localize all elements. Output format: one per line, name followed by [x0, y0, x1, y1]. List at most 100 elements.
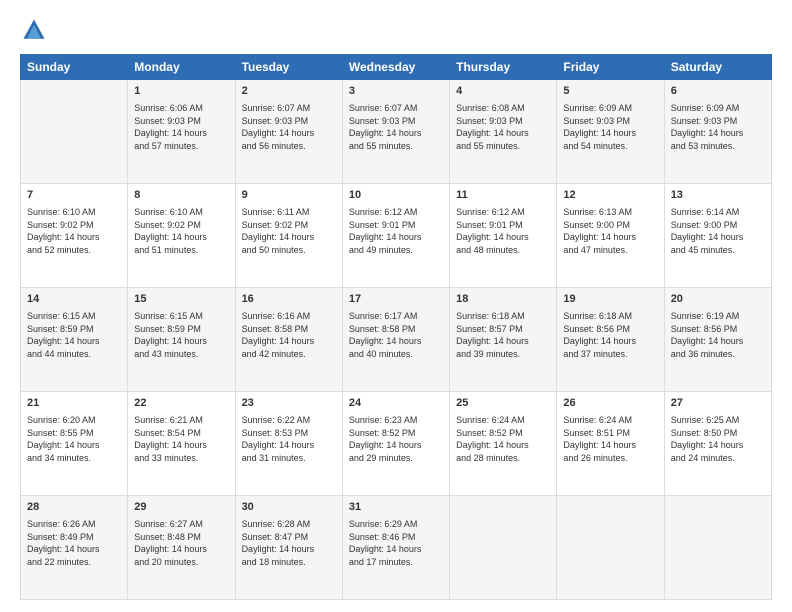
day-content: Sunrise: 6:09 AM Sunset: 9:03 PM Dayligh…: [671, 102, 765, 152]
week-row-1: 1 Sunrise: 6:06 AM Sunset: 9:03 PM Daylig…: [21, 80, 772, 184]
calendar-cell: 13 Sunrise: 6:14 AM Sunset: 9:00 PM Dayli…: [664, 184, 771, 288]
day-content: Sunrise: 6:06 AM Sunset: 9:03 PM Dayligh…: [134, 102, 228, 152]
day-content: Sunrise: 6:29 AM Sunset: 8:46 PM Dayligh…: [349, 518, 443, 568]
calendar-cell: 18Sunrise: 6:18 AM Sunset: 8:57 PM Dayli…: [450, 288, 557, 392]
day-number: 4: [456, 84, 550, 100]
calendar-cell: [557, 496, 664, 600]
logo: [20, 16, 52, 44]
calendar-cell: 2 Sunrise: 6:07 AM Sunset: 9:03 PM Daylig…: [235, 80, 342, 184]
day-content: Sunrise: 6:12 AM Sunset: 9:01 PM Dayligh…: [349, 206, 443, 256]
calendar-cell: 20 Sunrise: 6:19 AM Sunset: 8:56 PM Dayli…: [664, 288, 771, 392]
logo-icon: [20, 16, 48, 44]
header-cell-tuesday: Tuesday: [235, 55, 342, 80]
week-row-4: 21 Sunrise: 6:20 AM Sunset: 8:55 PM Dayli…: [21, 392, 772, 496]
day-number: 17: [349, 292, 443, 308]
day-content: Sunrise: 6:19 AM Sunset: 8:56 PM Dayligh…: [671, 310, 765, 360]
calendar-cell: 7Sunrise: 6:10 AM Sunset: 9:02 PM Daylig…: [21, 184, 128, 288]
day-number: 15: [134, 292, 228, 308]
day-content: Sunrise: 6:24 AM Sunset: 8:51 PM Dayligh…: [563, 414, 657, 464]
day-content: Sunrise: 6:11 AM Sunset: 9:02 PM Dayligh…: [242, 206, 336, 256]
day-content: Sunrise: 6:20 AM Sunset: 8:55 PM Dayligh…: [27, 414, 121, 464]
calendar-cell: [450, 496, 557, 600]
calendar-cell: 17 Sunrise: 6:17 AM Sunset: 8:58 PM Dayli…: [342, 288, 449, 392]
calendar-cell: 23Sunrise: 6:22 AM Sunset: 8:53 PM Dayli…: [235, 392, 342, 496]
calendar-cell: 21 Sunrise: 6:20 AM Sunset: 8:55 PM Dayli…: [21, 392, 128, 496]
header-cell-thursday: Thursday: [450, 55, 557, 80]
calendar-cell: 1 Sunrise: 6:06 AM Sunset: 9:03 PM Daylig…: [128, 80, 235, 184]
calendar-cell: 11 Sunrise: 6:12 AM Sunset: 9:01 PM Dayli…: [450, 184, 557, 288]
day-number: 25: [456, 396, 550, 412]
day-number: 16: [242, 292, 336, 308]
calendar-cell: 28 Sunrise: 6:26 AM Sunset: 8:49 PM Dayli…: [21, 496, 128, 600]
day-number: 29: [134, 500, 228, 516]
day-number: 2: [242, 84, 336, 100]
calendar-cell: 22Sunrise: 6:21 AM Sunset: 8:54 PM Dayli…: [128, 392, 235, 496]
day-number: 27: [671, 396, 765, 412]
calendar-cell: 30 Sunrise: 6:28 AM Sunset: 8:47 PM Dayli…: [235, 496, 342, 600]
day-number: 13: [671, 188, 765, 204]
day-content: Sunrise: 6:09 AM Sunset: 9:03 PM Dayligh…: [563, 102, 657, 152]
calendar-cell: 31 Sunrise: 6:29 AM Sunset: 8:46 PM Dayli…: [342, 496, 449, 600]
day-content: Sunrise: 6:14 AM Sunset: 9:00 PM Dayligh…: [671, 206, 765, 256]
day-content: Sunrise: 6:10 AM Sunset: 9:02 PM Dayligh…: [134, 206, 228, 256]
header-cell-wednesday: Wednesday: [342, 55, 449, 80]
day-content: Sunrise: 6:25 AM Sunset: 8:50 PM Dayligh…: [671, 414, 765, 464]
calendar-cell: 25 Sunrise: 6:24 AM Sunset: 8:52 PM Dayli…: [450, 392, 557, 496]
calendar-header: SundayMondayTuesdayWednesdayThursdayFrid…: [21, 55, 772, 80]
day-number: 11: [456, 188, 550, 204]
day-content: Sunrise: 6:28 AM Sunset: 8:47 PM Dayligh…: [242, 518, 336, 568]
day-content: Sunrise: 6:24 AM Sunset: 8:52 PM Dayligh…: [456, 414, 550, 464]
day-number: 5: [563, 84, 657, 100]
day-number: 10: [349, 188, 443, 204]
header: [20, 16, 772, 44]
day-content: Sunrise: 6:26 AM Sunset: 8:49 PM Dayligh…: [27, 518, 121, 568]
day-number: 28: [27, 500, 121, 516]
header-row: SundayMondayTuesdayWednesdayThursdayFrid…: [21, 55, 772, 80]
day-content: Sunrise: 6:10 AM Sunset: 9:02 PM Dayligh…: [27, 206, 121, 256]
day-number: 20: [671, 292, 765, 308]
day-number: 6: [671, 84, 765, 100]
day-number: 31: [349, 500, 443, 516]
calendar-cell: 29 Sunrise: 6:27 AM Sunset: 8:48 PM Dayli…: [128, 496, 235, 600]
week-row-2: 7Sunrise: 6:10 AM Sunset: 9:02 PM Daylig…: [21, 184, 772, 288]
calendar-cell: 15Sunrise: 6:15 AM Sunset: 8:59 PM Dayli…: [128, 288, 235, 392]
day-content: Sunrise: 6:08 AM Sunset: 9:03 PM Dayligh…: [456, 102, 550, 152]
day-number: 12: [563, 188, 657, 204]
calendar-cell: 10 Sunrise: 6:12 AM Sunset: 9:01 PM Dayli…: [342, 184, 449, 288]
header-cell-monday: Monday: [128, 55, 235, 80]
calendar-cell: 8 Sunrise: 6:10 AM Sunset: 9:02 PM Daylig…: [128, 184, 235, 288]
day-content: Sunrise: 6:12 AM Sunset: 9:01 PM Dayligh…: [456, 206, 550, 256]
calendar-cell: 3Sunrise: 6:07 AM Sunset: 9:03 PM Daylig…: [342, 80, 449, 184]
day-number: 1: [134, 84, 228, 100]
header-cell-friday: Friday: [557, 55, 664, 80]
calendar-cell: 19Sunrise: 6:18 AM Sunset: 8:56 PM Dayli…: [557, 288, 664, 392]
calendar-body: 1 Sunrise: 6:06 AM Sunset: 9:03 PM Daylig…: [21, 80, 772, 600]
calendar-cell: 24 Sunrise: 6:23 AM Sunset: 8:52 PM Dayli…: [342, 392, 449, 496]
week-row-5: 28 Sunrise: 6:26 AM Sunset: 8:49 PM Dayli…: [21, 496, 772, 600]
calendar-cell: 5 Sunrise: 6:09 AM Sunset: 9:03 PM Daylig…: [557, 80, 664, 184]
day-number: 24: [349, 396, 443, 412]
calendar-cell: 14 Sunrise: 6:15 AM Sunset: 8:59 PM Dayli…: [21, 288, 128, 392]
day-content: Sunrise: 6:13 AM Sunset: 9:00 PM Dayligh…: [563, 206, 657, 256]
day-number: 23: [242, 396, 336, 412]
day-content: Sunrise: 6:18 AM Sunset: 8:57 PM Dayligh…: [456, 310, 550, 360]
day-number: 14: [27, 292, 121, 308]
calendar-cell: 16Sunrise: 6:16 AM Sunset: 8:58 PM Dayli…: [235, 288, 342, 392]
header-cell-saturday: Saturday: [664, 55, 771, 80]
day-number: 3: [349, 84, 443, 100]
page: SundayMondayTuesdayWednesdayThursdayFrid…: [0, 0, 792, 612]
calendar-cell: 9Sunrise: 6:11 AM Sunset: 9:02 PM Daylig…: [235, 184, 342, 288]
day-number: 8: [134, 188, 228, 204]
day-number: 30: [242, 500, 336, 516]
day-content: Sunrise: 6:23 AM Sunset: 8:52 PM Dayligh…: [349, 414, 443, 464]
day-content: Sunrise: 6:21 AM Sunset: 8:54 PM Dayligh…: [134, 414, 228, 464]
day-content: Sunrise: 6:07 AM Sunset: 9:03 PM Dayligh…: [242, 102, 336, 152]
day-content: Sunrise: 6:27 AM Sunset: 8:48 PM Dayligh…: [134, 518, 228, 568]
day-content: Sunrise: 6:15 AM Sunset: 8:59 PM Dayligh…: [27, 310, 121, 360]
calendar-cell: 4 Sunrise: 6:08 AM Sunset: 9:03 PM Daylig…: [450, 80, 557, 184]
calendar-cell: 6 Sunrise: 6:09 AM Sunset: 9:03 PM Daylig…: [664, 80, 771, 184]
day-content: Sunrise: 6:17 AM Sunset: 8:58 PM Dayligh…: [349, 310, 443, 360]
calendar-cell: [664, 496, 771, 600]
calendar-cell: 26Sunrise: 6:24 AM Sunset: 8:51 PM Dayli…: [557, 392, 664, 496]
day-number: 21: [27, 396, 121, 412]
